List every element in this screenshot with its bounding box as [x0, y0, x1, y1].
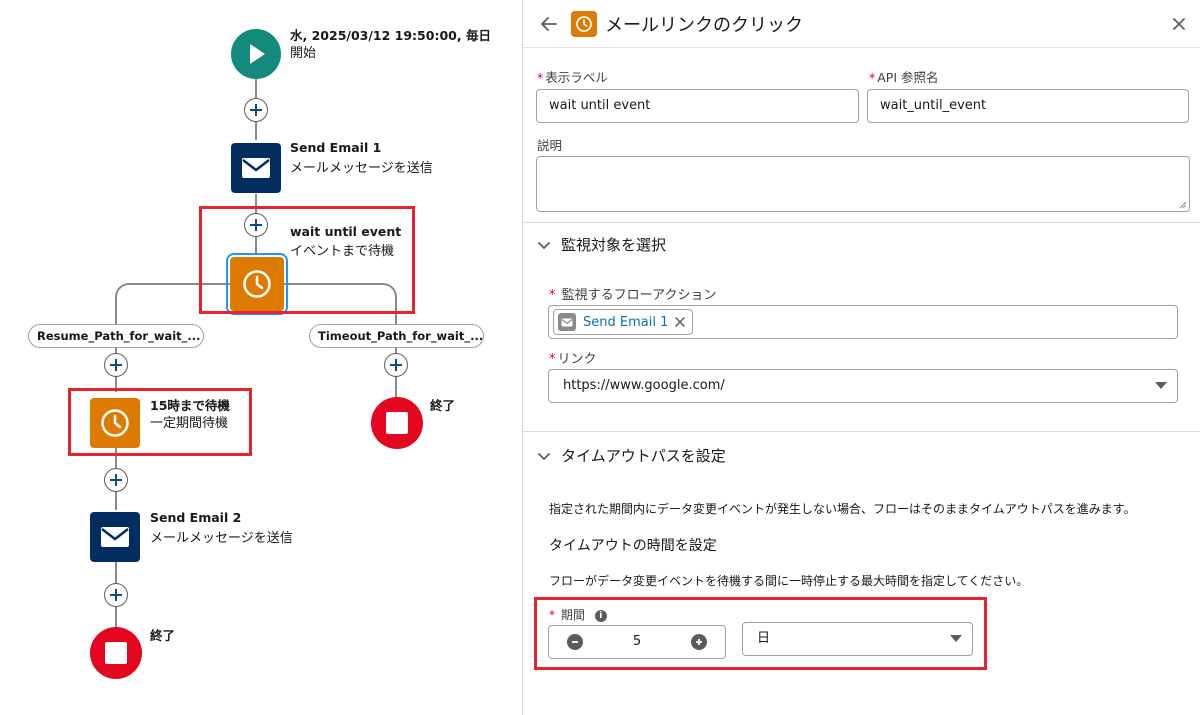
- chevron-down-icon: [538, 241, 550, 249]
- description-label: 説明: [537, 138, 563, 153]
- highlight-box: [534, 597, 987, 670]
- add-element-button[interactable]: [104, 353, 128, 377]
- end-label-timeout: 終了: [430, 398, 456, 413]
- resume-path-label[interactable]: Resume_Path_for_wait_...: [28, 324, 204, 348]
- envelope-icon: [242, 158, 270, 178]
- highlight-box: [68, 388, 252, 456]
- wait-element-icon: [571, 11, 597, 37]
- flow-action-label: * 監視するフローアクション: [549, 288, 717, 303]
- plus-icon: [110, 359, 122, 371]
- connector: [115, 296, 117, 324]
- timeout-helper: フローがデータ変更イベントを待機する間に一時停止する最大時間を指定してください。: [549, 574, 1029, 588]
- end-label: 終了: [150, 628, 176, 643]
- send-email-2-subtitle: メールメッセージを送信: [150, 531, 293, 546]
- plus-icon: [110, 474, 122, 486]
- description-textarea[interactable]: [536, 156, 1190, 212]
- highlight-box: [199, 206, 415, 314]
- display-label-label: * 表示ラベル: [537, 70, 608, 85]
- end-node: [90, 627, 142, 679]
- chevron-down-icon: [1155, 382, 1167, 389]
- send-email-1-subtitle: メールメッセージを送信: [290, 161, 433, 176]
- property-panel: メールリンクのクリック * 表示ラベル wait until event * API…: [522, 0, 1200, 715]
- close-icon[interactable]: [1169, 14, 1189, 34]
- stop-icon: [105, 642, 127, 664]
- end-node-timeout: [371, 397, 423, 449]
- envelope-icon: [101, 527, 129, 547]
- send-email-1-title: Send Email 1: [290, 140, 382, 155]
- plus-icon: [110, 589, 122, 601]
- link-label: * リンク: [549, 352, 597, 367]
- chevron-down-icon: [538, 452, 550, 460]
- api-name-label: * API 参照名: [869, 70, 939, 85]
- plus-icon: [390, 359, 402, 371]
- flow-action-chip[interactable]: Send Email 1: [553, 309, 694, 335]
- divider: [523, 431, 1200, 432]
- start-node[interactable]: [231, 29, 281, 79]
- add-element-button[interactable]: [244, 98, 268, 122]
- start-title: 水, 2025/03/12 19:50:00, 毎日: [290, 28, 491, 43]
- connector-curve-left: [115, 283, 132, 298]
- section-timeout-header[interactable]: タイムアウトパスを設定: [537, 445, 726, 466]
- add-element-button[interactable]: [104, 583, 128, 607]
- flow-action-chip-label: Send Email 1: [583, 314, 669, 330]
- back-arrow-icon[interactable]: [539, 14, 559, 34]
- plus-icon: [250, 104, 262, 116]
- timeout-description: 指定された期間内にデータ変更イベントが発生しない場合、フローはそのままタイムアウ…: [549, 502, 1136, 516]
- resize-grip-icon[interactable]: [1179, 201, 1187, 209]
- display-label-input[interactable]: wait until event: [536, 89, 859, 123]
- start-subtitle: 開始: [290, 46, 317, 61]
- panel-header: メールリンクのクリック: [523, 0, 1200, 48]
- timeout-path-label[interactable]: Timeout_Path_for_wait_...: [309, 324, 484, 348]
- add-element-button[interactable]: [384, 353, 408, 377]
- flow-canvas: 水, 2025/03/12 19:50:00, 毎日 開始 Send Email…: [0, 0, 522, 715]
- play-icon: [250, 44, 265, 64]
- section-monitor-title: 監視対象を選択: [561, 236, 667, 254]
- flow-action-field[interactable]: Send Email 1: [548, 305, 1178, 339]
- timeout-subheading: タイムアウトの時間を設定: [549, 538, 717, 554]
- send-email-2-node[interactable]: [90, 512, 140, 562]
- send-email-1-node[interactable]: [231, 143, 281, 193]
- section-timeout-title: タイムアウトパスを設定: [561, 447, 726, 465]
- divider: [523, 222, 1200, 223]
- link-select-value: https://www.google.com/: [563, 378, 725, 393]
- panel-title: メールリンクのクリック: [605, 15, 803, 36]
- clock-icon: [576, 16, 592, 32]
- stop-icon: [386, 412, 408, 434]
- section-monitor-header[interactable]: 監視対象を選択: [537, 234, 666, 255]
- remove-icon[interactable]: [674, 316, 686, 328]
- add-element-button[interactable]: [104, 468, 128, 492]
- envelope-icon: [558, 313, 576, 331]
- send-email-2-title: Send Email 2: [150, 510, 242, 525]
- api-name-input[interactable]: wait_until_event: [867, 89, 1189, 123]
- link-select[interactable]: https://www.google.com/: [548, 369, 1178, 403]
